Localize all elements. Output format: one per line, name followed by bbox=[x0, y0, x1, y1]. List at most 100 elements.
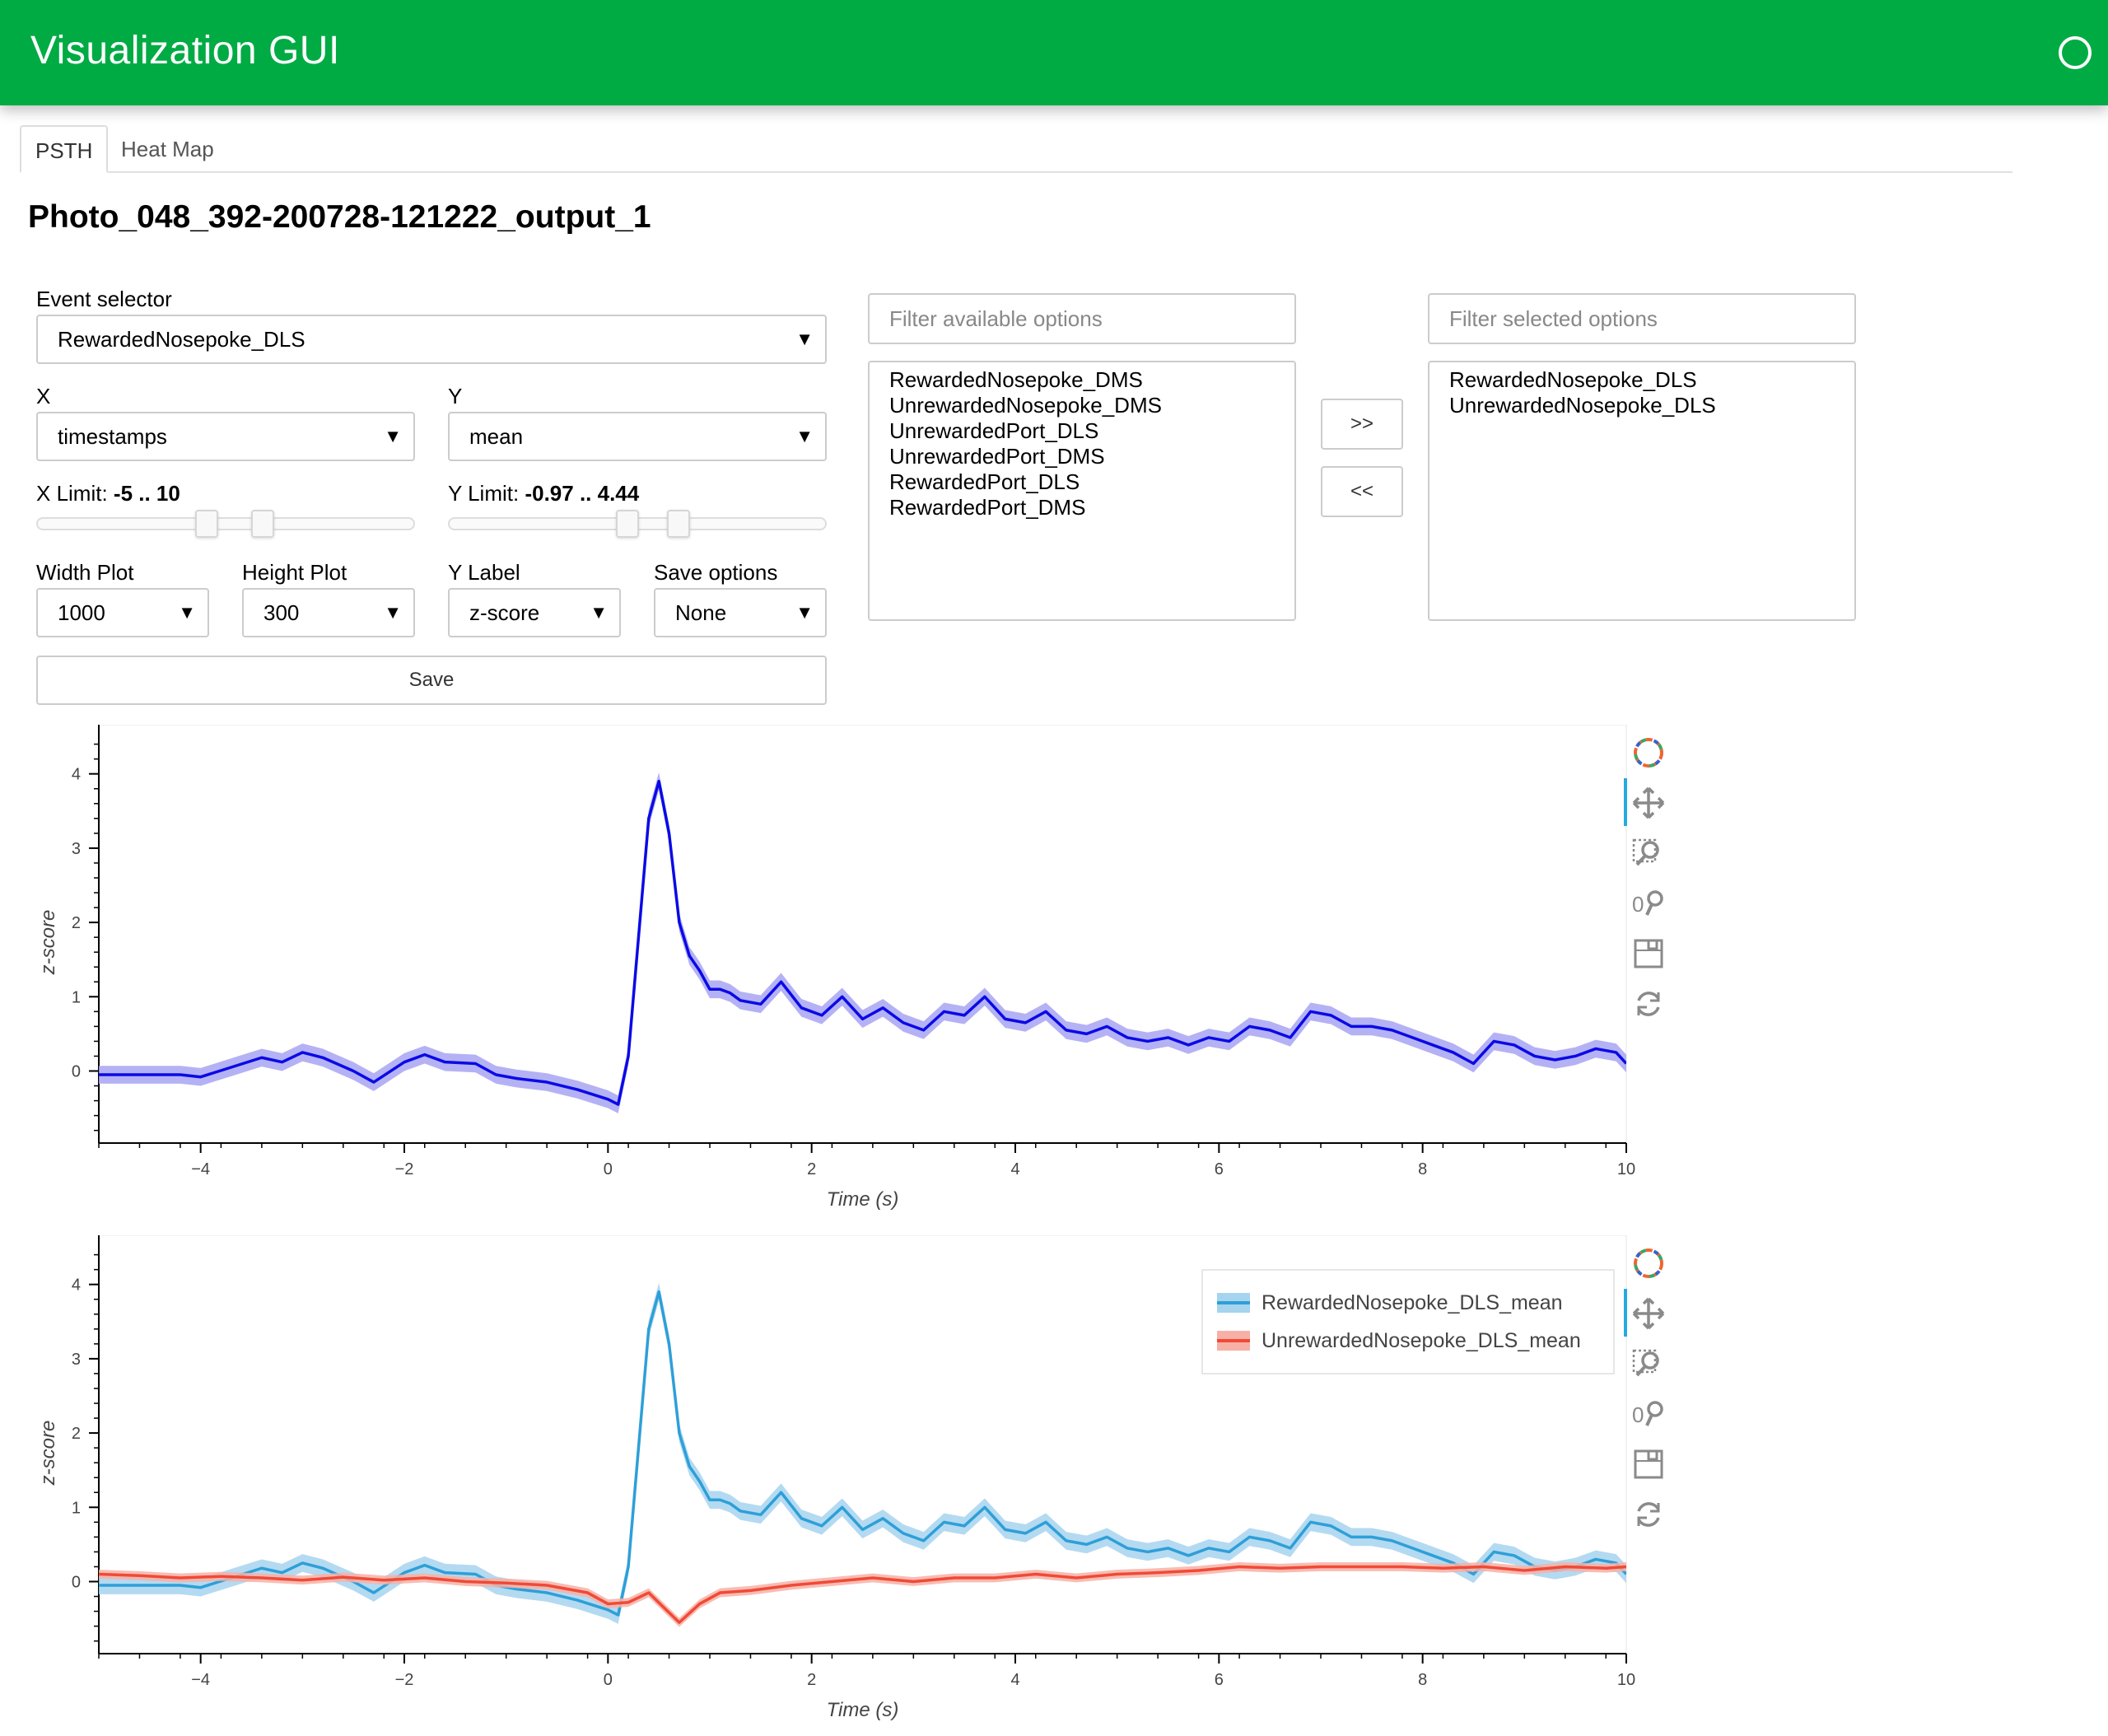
y-axis-label: z-score bbox=[37, 910, 59, 976]
save-options-value: None bbox=[675, 600, 727, 625]
app-header: Visualization GUI bbox=[0, 0, 2108, 105]
y-value: mean bbox=[469, 424, 524, 449]
x-tick-label: 6 bbox=[1215, 1671, 1224, 1689]
remove-selected-button[interactable]: << bbox=[1321, 466, 1403, 517]
box-zoom-icon[interactable] bbox=[1630, 835, 1667, 871]
caret-down-icon: ▼ bbox=[590, 602, 608, 623]
width-plot-select[interactable]: 1000 ▼ bbox=[36, 588, 209, 637]
legend-box bbox=[1201, 1269, 1615, 1374]
psth-plot-single[interactable]: −4 −2 0 2 4 6 8 10 0 1 2 3 4 Time (s) z-score bbox=[25, 725, 1672, 1219]
plot-toolbar: 0 bbox=[1624, 1245, 1673, 1542]
selected-option[interactable]: RewardedNosepoke_DLS bbox=[1449, 367, 1835, 393]
page-title: Photo_048_392-200728-121222_output_1 bbox=[28, 199, 651, 235]
x-label: X bbox=[36, 384, 51, 408]
y-tick-label: 4 bbox=[72, 1276, 81, 1295]
x-tick-label: 8 bbox=[1418, 1671, 1427, 1689]
y-tick-label: 3 bbox=[72, 840, 81, 858]
add-selected-button[interactable]: >> bbox=[1321, 399, 1403, 450]
busy-indicator-icon bbox=[2059, 36, 2092, 69]
available-option[interactable]: RewardedNosepoke_DMS bbox=[889, 367, 1275, 393]
x-limit-slider-start-handle[interactable] bbox=[195, 510, 218, 538]
reset-icon[interactable] bbox=[1630, 986, 1667, 1022]
x-limit-value: -5 .. 10 bbox=[113, 481, 180, 506]
y-tick-label: 1 bbox=[72, 988, 81, 1006]
height-plot-select[interactable]: 300 ▼ bbox=[242, 588, 415, 637]
tab-psth[interactable]: PSTH bbox=[20, 125, 109, 173]
caret-down-icon: ▼ bbox=[384, 426, 402, 446]
x-tick-label: 4 bbox=[1010, 1671, 1019, 1689]
available-option[interactable]: UnrewardedPort_DMS bbox=[889, 444, 1275, 469]
x-limit-label: X Limit: -5 .. 10 bbox=[36, 481, 180, 506]
x-tick-label: −4 bbox=[191, 1160, 210, 1178]
x-tick-label: −2 bbox=[395, 1160, 414, 1178]
filter-selected-input[interactable]: Filter selected options bbox=[1428, 293, 1856, 344]
selected-options-list[interactable]: RewardedNosepoke_DLS UnrewardedNosepoke_… bbox=[1428, 361, 1856, 621]
save-icon[interactable] bbox=[1630, 936, 1667, 972]
x-tick-label: 10 bbox=[1617, 1160, 1635, 1178]
pan-icon[interactable] bbox=[1630, 1295, 1667, 1332]
available-option[interactable]: UnrewardedNosepoke_DMS bbox=[889, 393, 1275, 418]
available-options-list[interactable]: RewardedNosepoke_DMS UnrewardedNosepoke_… bbox=[868, 361, 1296, 621]
bokeh-logo-icon[interactable] bbox=[1630, 1245, 1667, 1281]
event-selector-select[interactable]: RewardedNosepoke_DLS ▼ bbox=[36, 315, 827, 364]
pan-icon[interactable] bbox=[1630, 785, 1667, 821]
caret-down-icon: ▼ bbox=[795, 329, 814, 349]
psth-plot-overlay[interactable]: −4 −2 0 2 4 6 8 10 0 1 2 3 4 Time (s) z-score RewardedN… bbox=[25, 1235, 1672, 1729]
box-zoom-icon[interactable] bbox=[1630, 1346, 1667, 1382]
x-tick-label: −2 bbox=[395, 1671, 414, 1689]
y-label-value: z-score bbox=[469, 600, 540, 625]
bokeh-logo-icon[interactable] bbox=[1630, 735, 1667, 771]
save-button[interactable]: Save bbox=[36, 656, 827, 705]
y-tick-label: 1 bbox=[72, 1499, 81, 1517]
y-limit-slider-start-handle[interactable] bbox=[616, 510, 639, 538]
y-tick-label: 2 bbox=[72, 914, 81, 932]
x-axis-label: Time (s) bbox=[827, 1699, 899, 1721]
y-label-select[interactable]: z-score ▼ bbox=[448, 588, 621, 637]
caret-down-icon: ▼ bbox=[384, 602, 402, 623]
x-tick-label: 2 bbox=[807, 1160, 816, 1178]
plot-toolbar: 0 bbox=[1624, 735, 1673, 1031]
x-select[interactable]: timestamps ▼ bbox=[36, 412, 415, 461]
x-limit-slider[interactable] bbox=[36, 517, 415, 530]
x-tick-label: −4 bbox=[191, 1671, 210, 1689]
y-tick-label: 2 bbox=[72, 1425, 81, 1443]
selected-option[interactable]: UnrewardedNosepoke_DLS bbox=[1449, 393, 1835, 418]
y-label: Y bbox=[448, 384, 463, 408]
legend-label: UnrewardedNosepoke_DLS_mean bbox=[1262, 1329, 1581, 1352]
caret-down-icon: ▼ bbox=[178, 602, 196, 623]
save-options-label: Save options bbox=[654, 560, 778, 585]
y-select[interactable]: mean ▼ bbox=[448, 412, 827, 461]
available-option[interactable]: RewardedPort_DLS bbox=[889, 469, 1275, 495]
caret-down-icon: ▼ bbox=[795, 602, 814, 623]
available-option[interactable]: UnrewardedPort_DLS bbox=[889, 418, 1275, 444]
x-tick-label: 8 bbox=[1418, 1160, 1427, 1178]
y-limit-value: -0.97 .. 4.44 bbox=[525, 481, 640, 506]
y-limit-title: Y Limit: bbox=[448, 481, 520, 506]
wheel-zoom-icon[interactable]: 0 bbox=[1630, 885, 1667, 922]
x-limit-title: X Limit: bbox=[36, 481, 108, 506]
tab-heat-map[interactable]: Heat Map bbox=[107, 125, 228, 173]
available-option[interactable]: RewardedPort_DMS bbox=[889, 495, 1275, 520]
y-limit-slider-end-handle[interactable] bbox=[667, 510, 690, 538]
x-limit-slider-end-handle[interactable] bbox=[251, 510, 274, 538]
svg-text:0: 0 bbox=[1632, 892, 1644, 917]
x-tick-label: 6 bbox=[1215, 1160, 1224, 1178]
svg-text:0: 0 bbox=[1632, 1402, 1644, 1427]
app-title: Visualization GUI bbox=[30, 29, 340, 72]
tab-bar: PSTH Heat Map bbox=[20, 125, 2012, 173]
save-icon[interactable] bbox=[1630, 1446, 1667, 1482]
height-plot-value: 300 bbox=[264, 600, 300, 625]
x-tick-label: 4 bbox=[1010, 1160, 1019, 1178]
height-plot-label: Height Plot bbox=[242, 560, 347, 585]
plot-frame bbox=[98, 725, 1627, 1144]
y-tick-label: 0 bbox=[72, 1063, 81, 1081]
x-tick-label: 0 bbox=[604, 1671, 613, 1689]
filter-available-input[interactable]: Filter available options bbox=[868, 293, 1296, 344]
x-value: timestamps bbox=[58, 424, 167, 449]
reset-icon[interactable] bbox=[1630, 1496, 1667, 1533]
save-options-select[interactable]: None ▼ bbox=[654, 588, 827, 637]
y-label-label: Y Label bbox=[448, 560, 520, 585]
y-tick-label: 3 bbox=[72, 1351, 81, 1369]
event-selector-label: Event selector bbox=[36, 287, 172, 311]
wheel-zoom-icon[interactable]: 0 bbox=[1630, 1396, 1667, 1432]
